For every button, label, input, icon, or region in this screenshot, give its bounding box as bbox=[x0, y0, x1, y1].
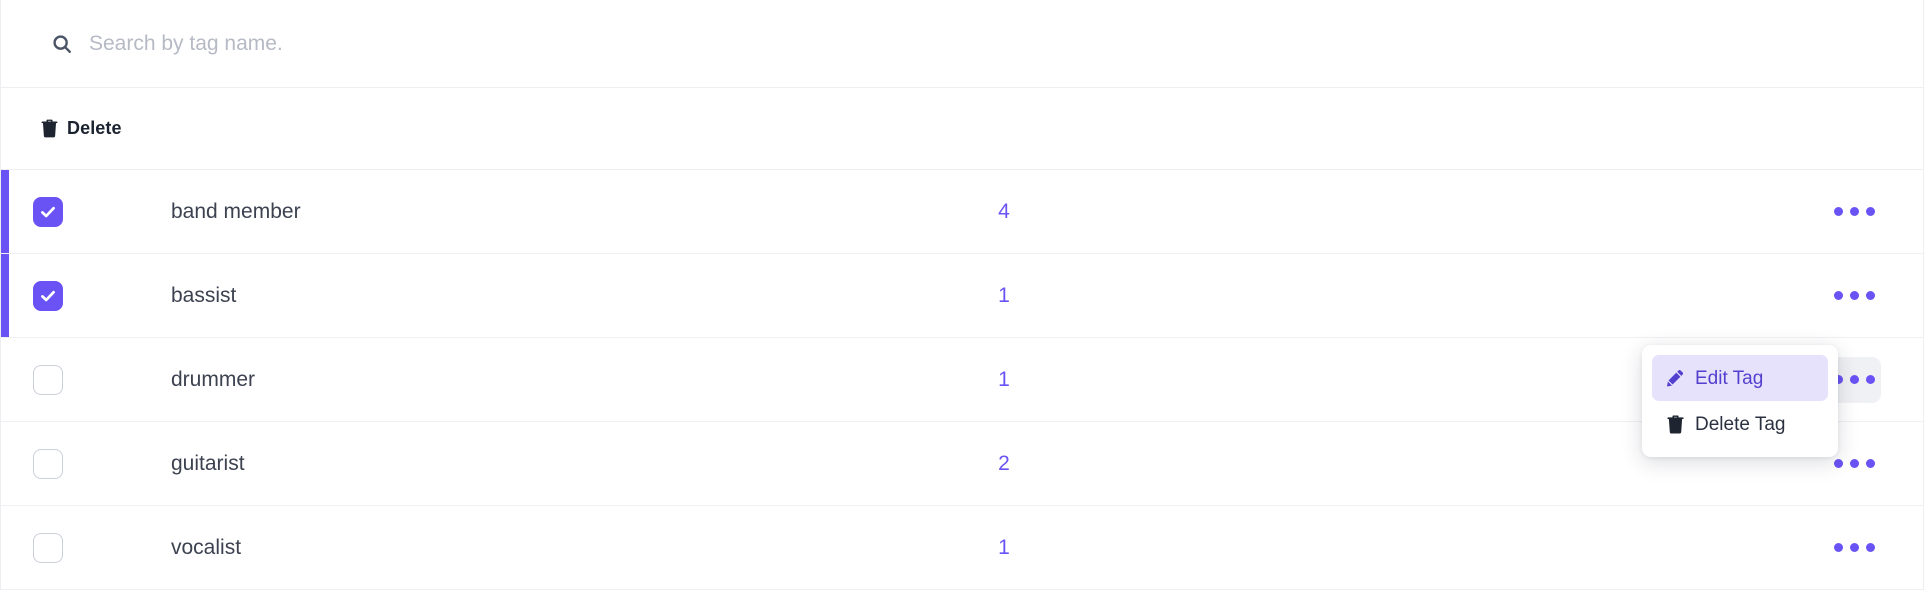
menu-item-delete-tag[interactable]: Delete Tag bbox=[1652, 401, 1828, 447]
row-actions-cell bbox=[1089, 273, 1923, 319]
table-row[interactable]: bassist 1 bbox=[1, 254, 1923, 338]
table-row[interactable]: band member 4 bbox=[1, 170, 1923, 254]
row-selected-accent-bar bbox=[1, 338, 9, 421]
check-icon bbox=[39, 287, 57, 305]
row-checkbox[interactable] bbox=[33, 532, 63, 563]
search-icon bbox=[51, 33, 73, 55]
kebab-dot-icon bbox=[1833, 459, 1843, 468]
kebab-dot-icon bbox=[1833, 543, 1843, 552]
delete-button[interactable]: Delete bbox=[37, 112, 126, 145]
table-row[interactable]: vocalist 1 bbox=[1, 506, 1923, 590]
kebab-dot-icon bbox=[1849, 375, 1859, 384]
tag-name: guitarist bbox=[171, 451, 245, 475]
trash-icon bbox=[41, 119, 58, 138]
row-checkbox-cell bbox=[1, 280, 139, 311]
trash-icon bbox=[1666, 415, 1685, 434]
table-row[interactable]: drummer 1 bbox=[1, 338, 1923, 422]
tag-name: band member bbox=[171, 199, 301, 223]
row-selected-accent-bar bbox=[1, 254, 9, 337]
kebab-dot-icon bbox=[1865, 459, 1875, 468]
tag-manager-panel: Delete band member 4 bbox=[0, 0, 1924, 599]
kebab-dot-icon bbox=[1865, 291, 1875, 300]
row-checkbox-cell bbox=[1, 532, 139, 563]
kebab-dot-icon bbox=[1865, 375, 1875, 384]
row-checkbox[interactable] bbox=[33, 364, 63, 395]
row-menu-button[interactable] bbox=[1827, 525, 1881, 571]
kebab-dot-icon bbox=[1833, 207, 1843, 216]
delete-button-label: Delete bbox=[67, 118, 122, 138]
table-row[interactable]: guitarist 2 bbox=[1, 422, 1923, 506]
kebab-dot-icon bbox=[1849, 459, 1859, 468]
row-menu-button[interactable] bbox=[1827, 273, 1881, 319]
row-checkbox[interactable] bbox=[33, 196, 63, 227]
tag-count[interactable]: 1 bbox=[919, 284, 1089, 308]
row-selected-accent-bar bbox=[1, 170, 9, 253]
row-checkbox-cell bbox=[1, 364, 139, 395]
kebab-dot-icon bbox=[1849, 207, 1859, 216]
row-checkbox-cell bbox=[1, 196, 139, 227]
bulk-actions-toolbar: Delete bbox=[0, 88, 1924, 170]
menu-item-edit-tag[interactable]: Edit Tag bbox=[1652, 355, 1828, 401]
menu-item-edit-tag-label: Edit Tag bbox=[1695, 367, 1764, 389]
tag-count[interactable]: 1 bbox=[919, 368, 1089, 392]
pencil-icon bbox=[1666, 369, 1685, 388]
row-checkbox-cell bbox=[1, 448, 139, 479]
row-actions-cell bbox=[1089, 525, 1923, 571]
kebab-dot-icon bbox=[1865, 207, 1875, 216]
search-bar bbox=[0, 0, 1924, 88]
tag-name: vocalist bbox=[171, 535, 242, 559]
row-menu-button[interactable] bbox=[1827, 189, 1881, 235]
row-selected-accent-bar bbox=[1, 506, 9, 589]
tag-count[interactable]: 1 bbox=[919, 536, 1089, 560]
check-icon bbox=[39, 203, 57, 221]
kebab-dot-icon bbox=[1865, 543, 1875, 552]
tag-name: drummer bbox=[171, 367, 256, 391]
row-checkbox[interactable] bbox=[33, 280, 63, 311]
tag-table: band member 4 bassist 1 drummer 1 guitar… bbox=[0, 170, 1924, 590]
row-actions-cell bbox=[1089, 189, 1923, 235]
row-selected-accent-bar bbox=[1, 422, 9, 505]
row-context-menu: Edit Tag Delete Tag bbox=[1642, 345, 1838, 457]
kebab-dot-icon bbox=[1849, 543, 1859, 552]
row-checkbox[interactable] bbox=[33, 448, 63, 479]
tag-count[interactable]: 4 bbox=[919, 200, 1089, 224]
kebab-dot-icon bbox=[1833, 291, 1843, 300]
tag-count[interactable]: 2 bbox=[919, 452, 1089, 476]
menu-item-delete-tag-label: Delete Tag bbox=[1695, 413, 1786, 435]
tag-name: bassist bbox=[171, 283, 237, 307]
search-input[interactable] bbox=[89, 23, 1923, 64]
kebab-dot-icon bbox=[1849, 291, 1859, 300]
